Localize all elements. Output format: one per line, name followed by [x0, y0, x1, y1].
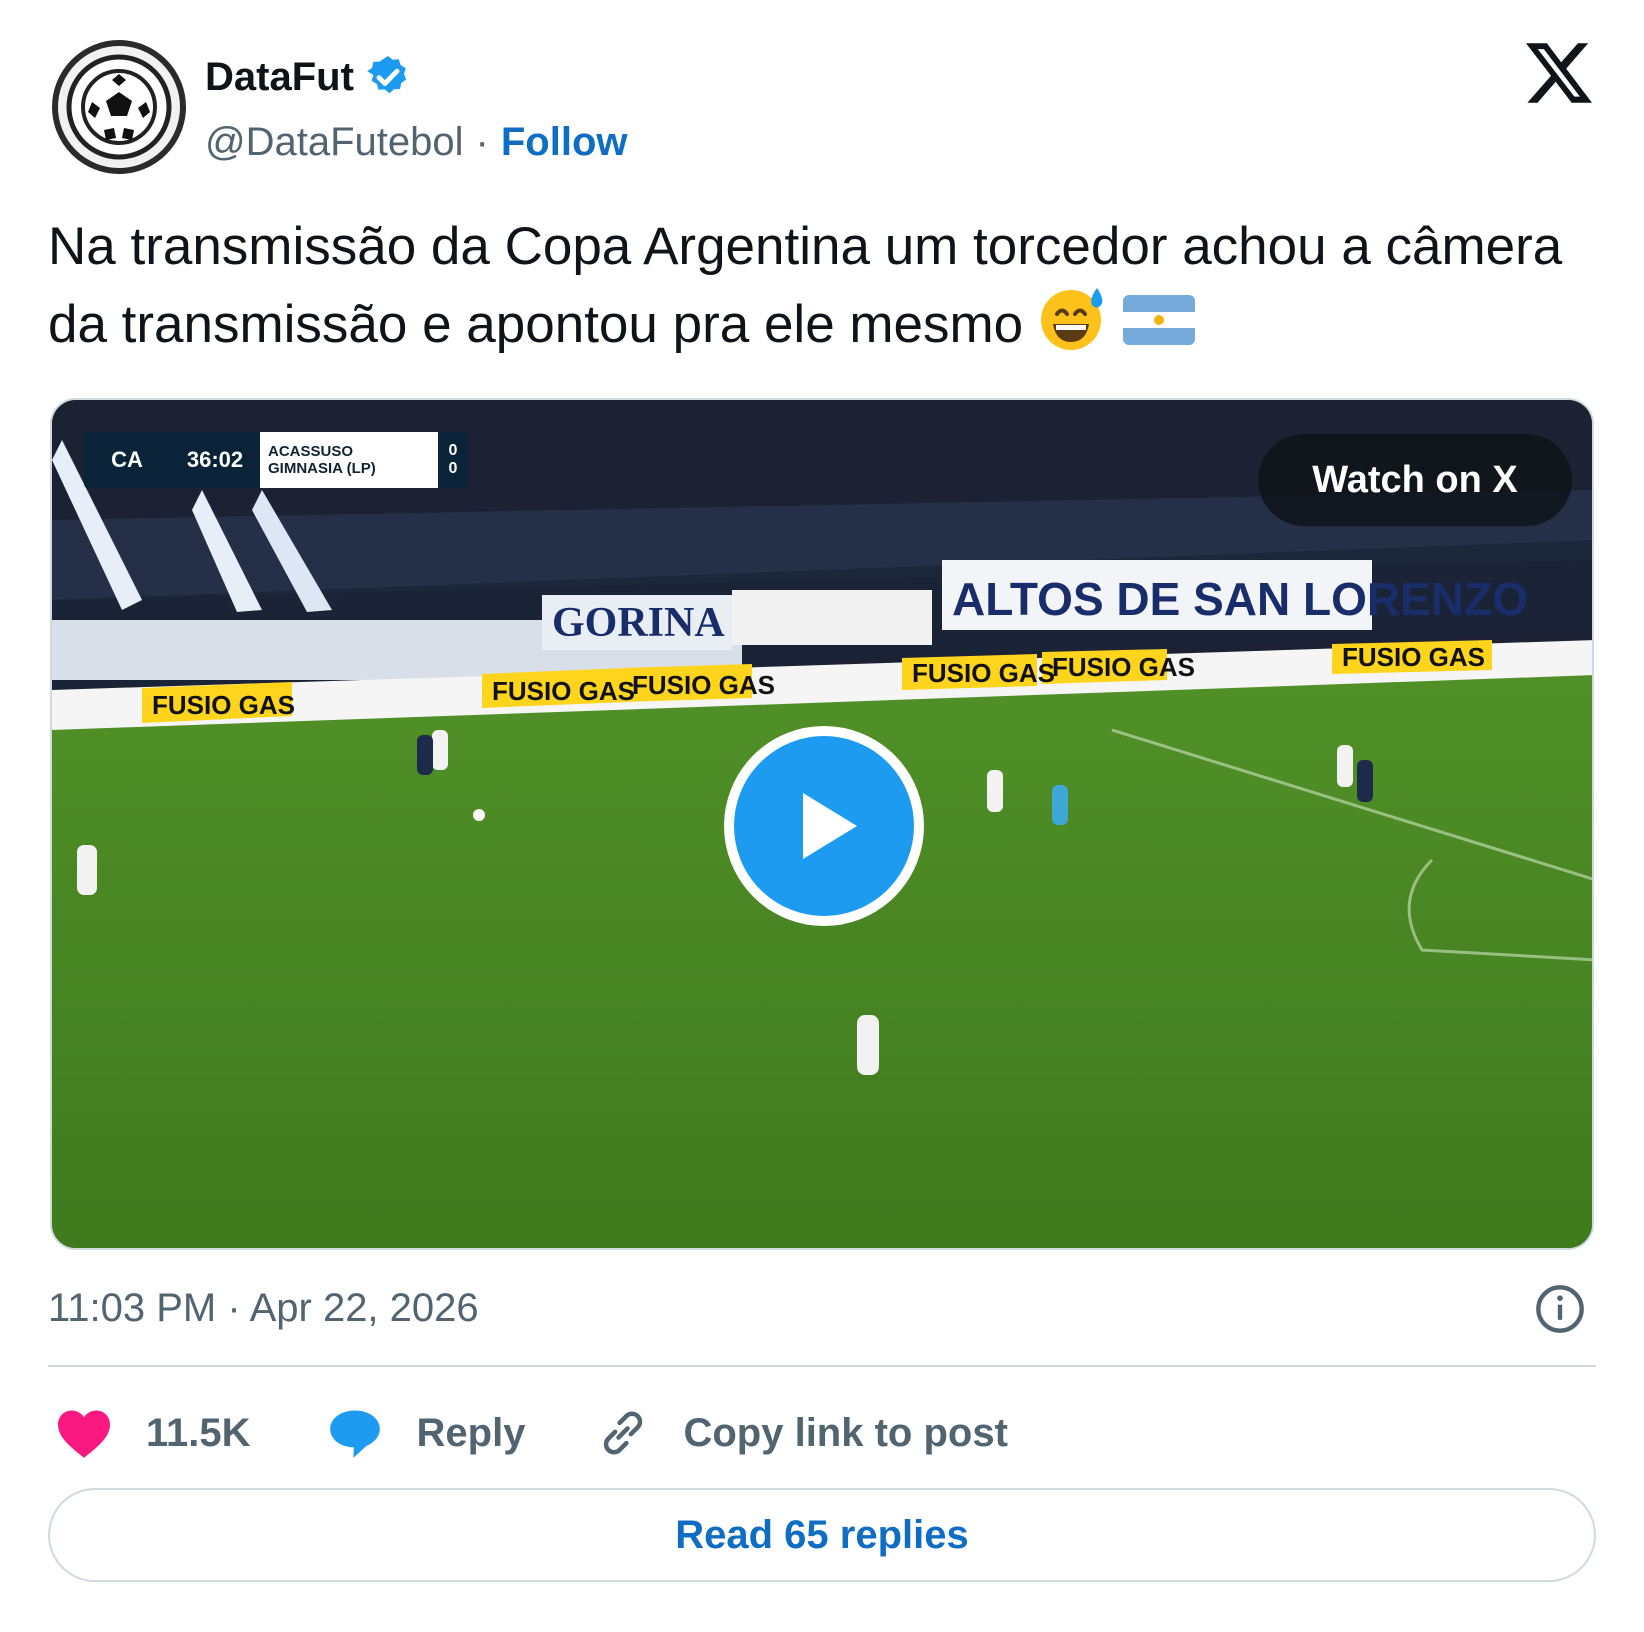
svg-text:FUSIO GAS: FUSIO GAS — [1052, 652, 1195, 682]
play-button[interactable] — [724, 726, 924, 926]
info-icon[interactable] — [1534, 1283, 1586, 1335]
author-handle-row: @DataFutebol · Follow — [205, 112, 627, 172]
copy-link-label: Copy link to post — [683, 1410, 1008, 1455]
speech-bubble-icon — [323, 1401, 387, 1465]
like-button[interactable]: 11.5K — [52, 1401, 251, 1465]
grinning-sweat-emoji-icon — [1037, 284, 1109, 372]
action-bar: 11.5K Reply Copy link to post — [52, 1398, 1008, 1468]
svg-text:FUSIO GAS: FUSIO GAS — [1342, 642, 1485, 672]
teams: ACASSUSO GIMNASIA (LP) — [260, 432, 438, 488]
author-name-row[interactable]: DataFut — [205, 50, 412, 104]
embedded-post-card: DataFut @DataFutebol · Follow Na transmi… — [0, 0, 1644, 1632]
separator-dot: · — [475, 119, 489, 164]
svg-text:GORINA: GORINA — [552, 600, 725, 646]
verified-badge-icon — [367, 56, 407, 94]
soccer-ball-icon — [66, 54, 172, 160]
scores: 0 0 — [438, 432, 468, 488]
svg-text:ALTOS DE SAN LORENZO: ALTOS DE SAN LORENZO — [952, 573, 1528, 625]
copy-link-button[interactable]: Copy link to post — [591, 1401, 1008, 1465]
team-away: GIMNASIA (LP) — [268, 460, 376, 477]
svg-text:FUSIO GAS: FUSIO GAS — [632, 670, 775, 700]
watch-on-x-button[interactable]: Watch on X — [1258, 434, 1572, 526]
link-icon — [591, 1401, 655, 1465]
divider — [48, 1365, 1596, 1367]
heart-icon — [52, 1401, 116, 1465]
author-handle[interactable]: @DataFutebol — [205, 120, 464, 165]
svg-text:FUSIO GAS: FUSIO GAS — [912, 658, 1055, 688]
svg-text:FUSIO GAS: FUSIO GAS — [152, 690, 295, 720]
tweet-text: Na transmissão da Copa Argentina um torc… — [48, 210, 1608, 372]
avatar[interactable] — [52, 40, 186, 174]
follow-button[interactable]: Follow — [501, 120, 628, 165]
argentina-flag-icon — [1123, 291, 1196, 365]
team-home: ACASSUSO — [268, 443, 354, 460]
reply-label: Reply — [416, 1410, 526, 1455]
x-logo-icon[interactable] — [1524, 40, 1594, 106]
competition-logo: CA — [111, 447, 143, 472]
video-player[interactable]: ALTOS DE SAN LORENZO GORINA FUSIO GAS FU… — [50, 398, 1594, 1250]
author-display-name[interactable]: DataFut — [205, 55, 354, 100]
score-away: 0 — [448, 460, 458, 477]
scoreboard: CA 36:02 ACASSUSO GIMNASIA (LP) 0 0 — [84, 432, 468, 488]
tweet-body: Na transmissão da Copa Argentina um torc… — [48, 217, 1563, 354]
reply-button[interactable]: Reply — [323, 1401, 526, 1465]
score-home: 0 — [448, 442, 458, 459]
read-replies-button[interactable]: Read 65 replies — [48, 1488, 1596, 1582]
post-timestamp[interactable]: 11:03 PM · Apr 22, 2026 — [48, 1280, 479, 1336]
play-icon — [803, 793, 857, 859]
match-clock: 36:02 — [186, 447, 244, 472]
svg-text:FUSIO GAS: FUSIO GAS — [492, 676, 635, 706]
like-count: 11.5K — [146, 1410, 251, 1455]
